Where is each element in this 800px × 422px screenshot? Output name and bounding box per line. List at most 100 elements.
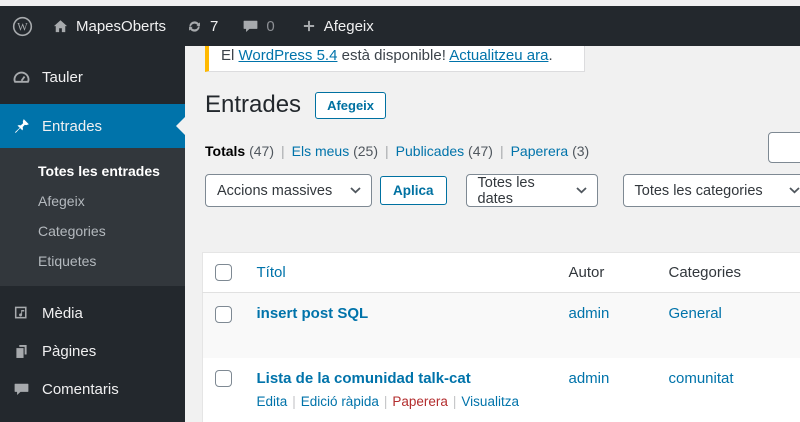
sidebar-item-label: Mèdia [42,304,83,322]
chevron-down-icon [788,187,800,194]
updates-menu[interactable]: 7 [186,18,218,35]
wordpress-logo-menu[interactable]: W [12,16,33,37]
chevron-down-icon [350,187,361,194]
site-name-menu[interactable]: MapesOberts [52,18,166,35]
row-checkbox[interactable] [215,370,232,388]
submenu-item-categories[interactable]: Categories [0,216,185,246]
dates-filter-select[interactable]: Totes les dates [465,174,598,207]
sidebar-item-media[interactable]: Mèdia [0,294,185,332]
admin-sidebar: Tauler Entrades Totes les entrades Afege… [0,46,185,422]
view-separator: | [385,143,389,159]
add-new-button[interactable]: Afegeix [315,92,387,119]
new-content-menu[interactable]: Afegeix [301,18,374,35]
dates-filter-value: Totes les dates [477,174,535,207]
view-label: Publicades [395,143,465,159]
comments-icon [12,381,31,398]
current-menu-arrow [176,117,185,135]
dashboard-icon [12,68,31,87]
pushpin-icon [12,117,31,135]
page-title: Entrades [205,90,302,118]
sidebar-item-entrades[interactable]: Entrades [0,104,185,148]
submenu-item-totes-les-entrades[interactable]: Totes les entrades [0,156,185,186]
sidebar-item-comentaris[interactable]: Comentaris [0,370,185,408]
categories-filter-select[interactable]: Totes les categories [622,174,800,207]
view-els-meus[interactable]: Els meus (25) [292,143,378,159]
sidebar-item-label: Pàgines [42,342,97,360]
sidebar-item-label: Comentaris [42,380,119,398]
notice-text: El [221,47,239,64]
view-count: (47) [249,143,274,159]
select-all-checkbox[interactable] [215,264,232,282]
row-checkbox[interactable] [215,305,232,323]
post-views-filter: Totals (47) | Els meus (25) | Publicades (47… [205,143,589,159]
update-now-link[interactable]: Actualitzeu ara [449,47,548,64]
entrades-submenu: Totes les entrades Afegeix Categories Et… [0,148,185,286]
update-icon [186,18,203,35]
site-name: MapesOberts [76,17,167,35]
view-action[interactable]: Visualitza [461,394,519,409]
trash-action[interactable]: Paperera [392,394,448,409]
view-count: (3) [572,143,590,159]
home-icon [52,18,69,35]
view-label: Els meus [291,143,350,159]
search-posts-input[interactable] [768,132,800,163]
action-separator: | [292,393,296,409]
post-title-link[interactable]: insert post SQL [257,305,369,322]
view-count: (25) [353,143,379,159]
chevron-down-icon [575,187,587,194]
view-publicades[interactable]: Publicades (47) [396,143,493,159]
action-separator: | [452,393,457,409]
sidebar-item-label: Entrades [42,117,103,135]
author-link[interactable]: admin [569,305,610,322]
view-label: Totals [205,143,246,159]
bulk-actions-select[interactable]: Accions massives [205,174,372,207]
update-count: 7 [210,17,219,35]
column-header-categories: Categories [668,264,742,281]
sidebar-item-pagines[interactable]: Pàgines [0,332,185,370]
filters-bar: Accions massives Aplica Totes les dates … [205,174,800,207]
wordpress-version-link[interactable]: WordPress 5.4 [239,47,338,64]
column-header-title[interactable]: Títol [257,264,286,281]
comment-bubble-icon [242,18,259,35]
sidebar-item-tauler[interactable]: Tauler [0,58,185,96]
notice-text: està disponible! [337,47,450,64]
submenu-item-afegeix[interactable]: Afegeix [0,186,185,216]
admin-bar: W MapesOberts 7 0 Afegeix [0,6,800,46]
submenu-item-etiquetes[interactable]: Etiquetes [0,246,185,276]
view-count: (47) [468,143,493,159]
update-notice: El WordPress 5.4 està disponible! Actual… [205,46,585,72]
table-row: Lista de la comunidad talk-cat Edita | Edi… [203,358,800,422]
row-actions: Edita | Edició ràpida | Paperera | Visualitza [257,394,559,409]
view-totals[interactable]: Totals (47) [205,143,274,159]
notice-text: . [548,47,553,64]
view-paperera[interactable]: Paperera (3) [511,143,590,159]
plus-icon [301,18,317,34]
comments-menu[interactable]: 0 [242,17,275,35]
quick-edit-action[interactable]: Edició ràpida [301,394,379,409]
pages-icon [12,343,31,360]
view-label: Paperera [510,143,569,159]
comment-count: 0 [266,17,275,35]
author-link[interactable]: admin [569,370,610,387]
wordpress-logo-icon: W [12,16,33,37]
media-icon [12,304,31,322]
action-separator: | [383,393,388,409]
sidebar-item-label: Tauler [42,68,83,86]
page-header: Entrades Afegeix [205,90,387,119]
category-link[interactable]: General [669,305,722,322]
table-header-row: Títol Autor Categories [203,253,800,293]
view-separator: | [499,143,504,159]
bulk-actions-value: Accions massives [217,182,333,199]
category-link[interactable]: comunitat [669,370,734,387]
content-area: El WordPress 5.4 està disponible! Actual… [185,46,800,422]
new-content-label: Afegeix [323,17,374,35]
post-title-link[interactable]: Lista de la comunidad talk-cat [257,370,471,387]
categories-filter-value: Totes les categories [634,182,763,199]
posts-table: Títol Autor Categories insert post SQL a… [202,252,800,422]
table-row: insert post SQL admin General [202,292,800,358]
edit-action[interactable]: Edita [257,394,288,409]
apply-button[interactable]: Aplica [380,176,447,205]
svg-text:W: W [17,21,28,33]
column-header-author: Autor [568,264,605,281]
view-separator: | [281,143,285,159]
